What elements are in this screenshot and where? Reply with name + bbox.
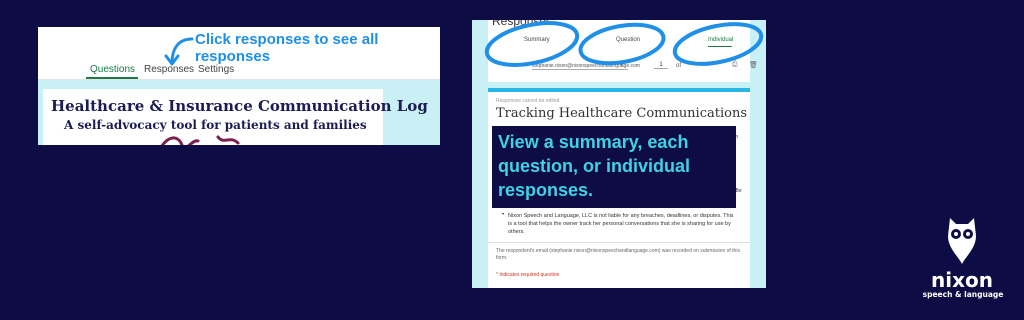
tab-questions[interactable]: Questions	[90, 64, 135, 75]
highlight-circles	[484, 21, 764, 67]
logo-tagline: speech & language	[922, 290, 1004, 299]
email-recorded-note: The respondent's email (stephanie.nixon@…	[496, 248, 740, 261]
tab-settings[interactable]: Settings	[198, 64, 234, 75]
logo-wordmark: nixon	[931, 268, 993, 292]
divider	[488, 242, 750, 243]
form-tabs-bar: Questions Responses Settings Click respo…	[38, 27, 440, 80]
form-document-subtitle: A self-advocacy tool for patients and fa…	[64, 118, 367, 132]
callout-text: Click responses to see all responses	[195, 31, 379, 65]
active-tab-indicator	[86, 77, 138, 79]
signature-icon	[160, 135, 240, 145]
forms-editor-panel: Questions Responses Settings Click respo…	[38, 27, 440, 145]
disclaimer-text: Nixon Speech and Language, LLC is not li…	[508, 213, 734, 235]
arrow-icon	[164, 37, 194, 66]
form-document-title: Healthcare & Insurance Communication Log	[51, 97, 428, 115]
required-question-note: * Indicates required question	[496, 272, 560, 278]
form-title: Tracking Healthcare Communications	[496, 106, 747, 121]
owl-logo-icon	[948, 218, 976, 264]
overlay-callout-text: View a summary, each question, or indivi…	[498, 132, 691, 200]
cannot-edit-notice: Responses cannot be edited	[496, 98, 560, 104]
bullet-icon: •	[502, 212, 505, 218]
